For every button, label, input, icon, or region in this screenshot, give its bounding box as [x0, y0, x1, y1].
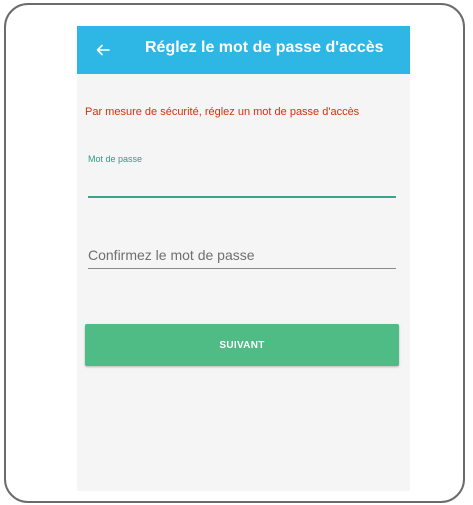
arrow-left-icon — [96, 44, 110, 56]
app-screen: Réglez le mot de passe d'accès Par mesur… — [77, 26, 410, 491]
password-label: Mot de passe — [88, 154, 143, 164]
page-title: Réglez le mot de passe d'accès — [145, 39, 384, 56]
security-warning: Par mesure de sécurité, réglez un mot de… — [85, 106, 360, 118]
app-bar: Réglez le mot de passe d'accès — [77, 26, 410, 74]
confirm-password-input[interactable] — [88, 242, 396, 269]
password-input[interactable] — [88, 170, 396, 198]
back-button[interactable] — [85, 32, 121, 68]
next-button[interactable]: SUIVANT — [85, 324, 399, 366]
